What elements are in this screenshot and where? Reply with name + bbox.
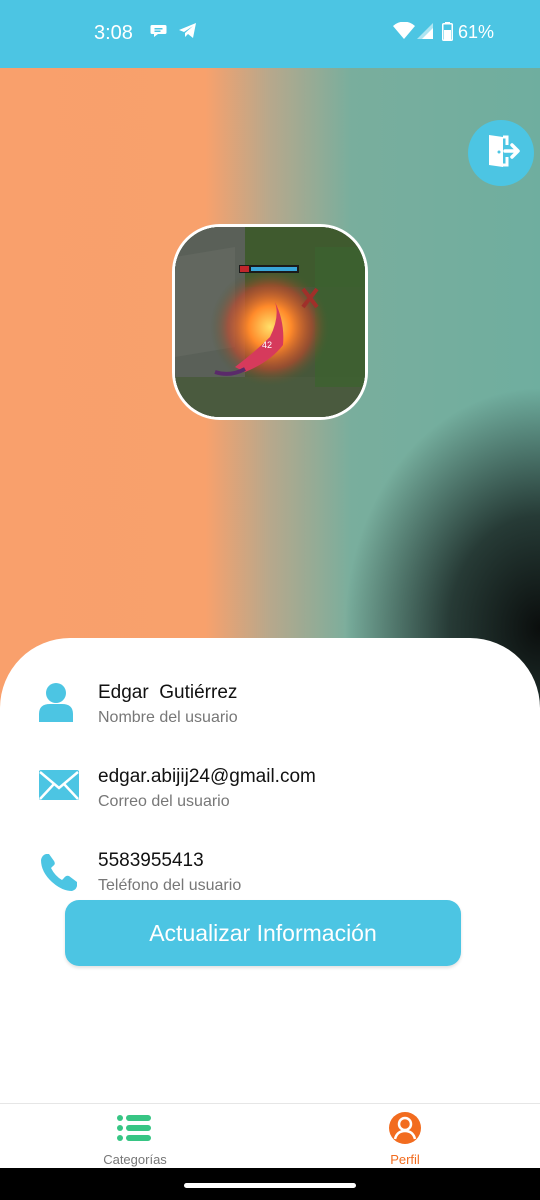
email-row: edgar.abijij24@gmail.com Correo del usua… (0, 762, 540, 842)
status-time: 3:08 (94, 22, 133, 44)
chat-icon (150, 22, 168, 45)
mail-icon (38, 769, 80, 806)
user-email-value: edgar.abijij24@gmail.com (98, 766, 316, 787)
nav-label-categorias: Categorías (103, 1152, 167, 1167)
user-name-caption: Nombre del usuario (98, 709, 238, 726)
avatar-level-label: 42 (262, 340, 272, 350)
nav-item-perfil[interactable]: Perfil (305, 1104, 505, 1169)
user-name-value: Edgar Gutiérrez (98, 682, 238, 703)
avatar[interactable]: 42 (172, 224, 368, 420)
phone-icon (40, 852, 78, 897)
name-row: Edgar Gutiérrez Nombre del usuario (0, 678, 540, 758)
user-email-caption: Correo del usuario (98, 793, 230, 810)
status-bar: 3:08 61% (0, 0, 540, 68)
profile-info-card: Edgar Gutiérrez Nombre del usuario edgar… (0, 638, 540, 1104)
bottom-navigation: Categorías Perfil (0, 1103, 540, 1168)
logout-button[interactable] (468, 120, 534, 186)
wifi-icon (393, 21, 415, 45)
user-phone-value: 5583955413 (98, 850, 204, 871)
home-gesture-handle[interactable] (184, 1183, 356, 1188)
game-screenshot-avatar: 42 (175, 227, 365, 417)
battery-icon (442, 22, 453, 46)
telegram-icon (178, 22, 198, 45)
update-info-button[interactable]: Actualizar Información (65, 900, 461, 966)
update-info-label: Actualizar Información (149, 919, 377, 946)
nav-label-perfil: Perfil (390, 1152, 420, 1167)
battery-percentage: 61% (458, 22, 495, 42)
profile-icon (388, 1111, 422, 1150)
signal-icon (416, 22, 434, 45)
user-icon (38, 682, 74, 727)
logout-door-icon (481, 131, 521, 176)
user-phone-caption: Teléfono del usuario (98, 877, 242, 894)
nav-item-categorias[interactable]: Categorías (35, 1104, 235, 1169)
list-icon (117, 1114, 153, 1147)
